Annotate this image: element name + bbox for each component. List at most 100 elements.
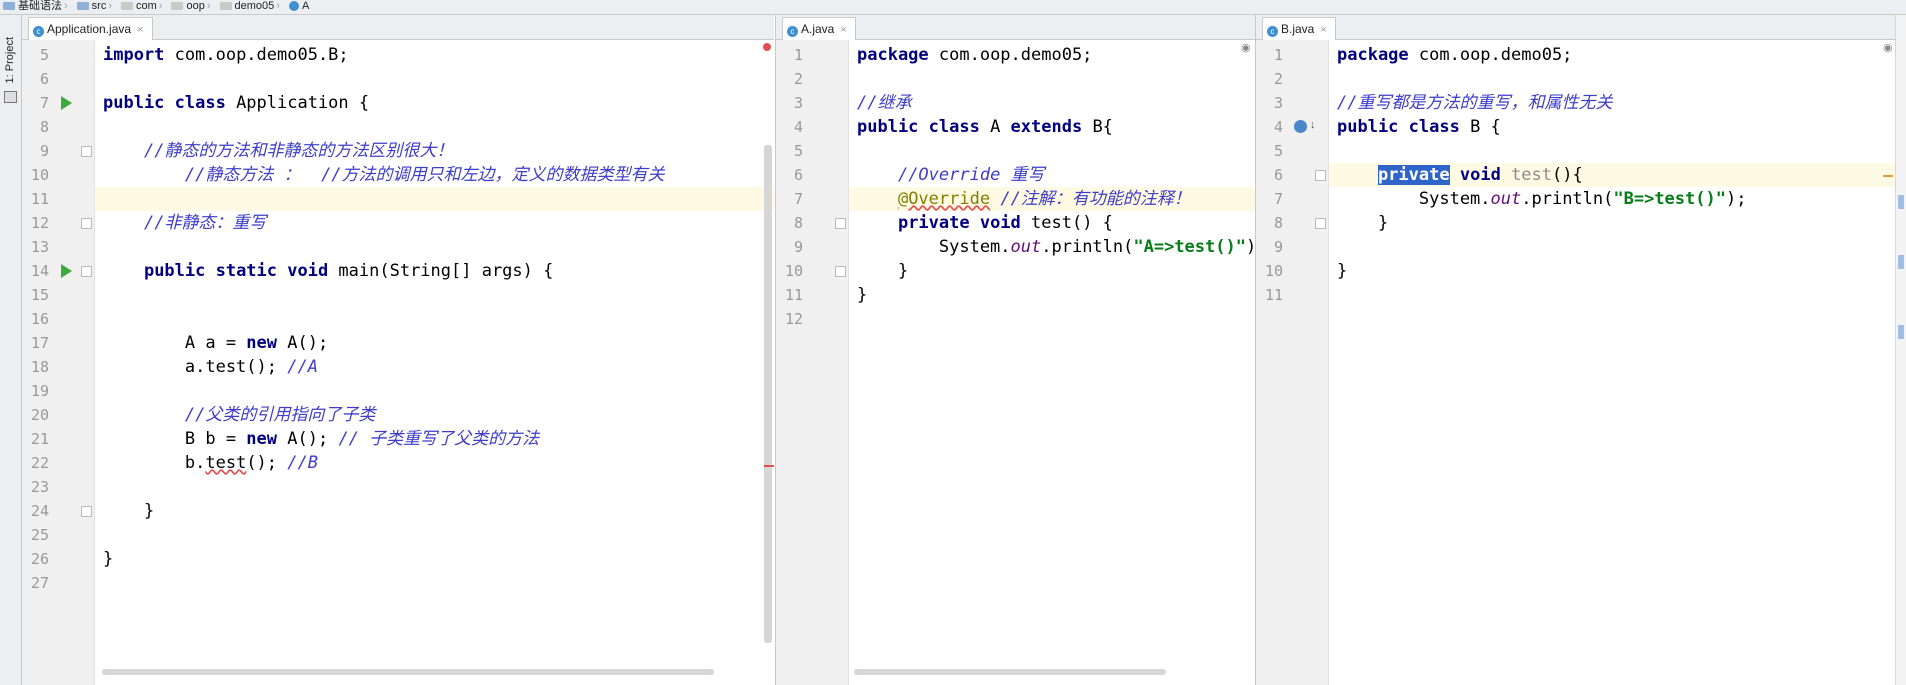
inspection-eye-icon[interactable]: ◉ — [1883, 41, 1893, 54]
code-line[interactable]: A a = new A(); — [103, 331, 774, 355]
tab-application-java[interactable]: c Application.java × — [28, 17, 153, 40]
line-number[interactable]: 24 — [22, 499, 49, 523]
line-number[interactable]: 8 — [22, 115, 49, 139]
line-number[interactable]: 3 — [1256, 91, 1283, 115]
line-number[interactable]: 7 — [776, 187, 803, 211]
code-line[interactable]: System.out.println("B=>test()"); — [1337, 187, 1897, 211]
line-number[interactable]: 8 — [1256, 211, 1283, 235]
fold-toggle-icon[interactable] — [835, 266, 846, 277]
code-editor[interactable]: package com.oop.demo05; //重写都是方法的重写，和属性无关… — [1329, 40, 1897, 685]
line-number[interactable]: 11 — [776, 283, 803, 307]
code-line[interactable] — [103, 307, 774, 331]
structure-icon[interactable] — [4, 91, 17, 103]
line-number[interactable]: 26 — [22, 547, 49, 571]
fold-toggle-icon[interactable] — [1315, 170, 1326, 181]
line-number[interactable]: 4 — [1256, 115, 1283, 139]
breadcrumb-item-oop[interactable]: oop › — [168, 1, 216, 14]
code-line[interactable] — [103, 187, 774, 211]
code-line[interactable]: private void test() { — [857, 211, 1255, 235]
code-line[interactable] — [857, 67, 1255, 91]
line-number[interactable]: 19 — [22, 379, 49, 403]
code-line[interactable]: private void test(){ — [1337, 163, 1897, 187]
code-line[interactable]: //重写都是方法的重写，和属性无关 — [1337, 91, 1897, 115]
code-line[interactable] — [103, 475, 774, 499]
tool-window-tab[interactable] — [1898, 195, 1904, 209]
fold-toggle-icon[interactable] — [835, 218, 846, 229]
code-line[interactable]: B b = new A(); // 子类重写了父类的方法 — [103, 427, 774, 451]
line-number[interactable]: 23 — [22, 475, 49, 499]
line-number[interactable]: 14 — [22, 259, 49, 283]
code-line[interactable]: public class Application { — [103, 91, 774, 115]
line-number[interactable]: 9 — [22, 139, 49, 163]
horizontal-scrollbar[interactable] — [854, 669, 1166, 675]
code-line[interactable] — [103, 283, 774, 307]
code-line[interactable]: import com.oop.demo05.B; — [103, 43, 774, 67]
tab-a-java[interactable]: c A.java × — [782, 17, 856, 40]
line-number[interactable]: 22 — [22, 451, 49, 475]
code-line[interactable]: System.out.println("A=>test()"); — [857, 235, 1255, 259]
code-line[interactable]: } — [103, 499, 774, 523]
line-number[interactable]: 4 — [776, 115, 803, 139]
line-number[interactable]: 12 — [776, 307, 803, 331]
code-line[interactable]: //静态方法 ： //方法的调用只和左边，定义的数据类型有关 — [103, 163, 774, 187]
horizontal-scrollbar[interactable] — [102, 669, 714, 675]
code-line[interactable]: } — [857, 283, 1255, 307]
line-number[interactable]: 5 — [1256, 139, 1283, 163]
code-line[interactable] — [857, 139, 1255, 163]
line-number[interactable]: 7 — [22, 91, 49, 115]
inspection-eye-icon[interactable]: ◉ — [1241, 41, 1251, 54]
code-line[interactable] — [103, 379, 774, 403]
fold-toggle-icon[interactable] — [81, 146, 92, 157]
line-number[interactable]: 10 — [22, 163, 49, 187]
error-indicator-icon[interactable] — [763, 43, 771, 51]
breadcrumb-item-class-a[interactable]: A — [286, 1, 315, 14]
code-line[interactable]: //非静态：重写 — [103, 211, 774, 235]
breadcrumb-item-src[interactable]: src › — [74, 1, 118, 14]
code-line[interactable]: b.test(); //B — [103, 451, 774, 475]
tab-b-java[interactable]: c B.java × — [1262, 17, 1336, 40]
line-number[interactable]: 17 — [22, 331, 49, 355]
code-line[interactable]: //父类的引用指向了子类 — [103, 403, 774, 427]
line-number[interactable]: 10 — [776, 259, 803, 283]
close-tab-icon[interactable]: × — [137, 24, 143, 36]
line-number[interactable]: 11 — [22, 187, 49, 211]
run-gutter-icon[interactable] — [61, 264, 72, 278]
code-line[interactable] — [103, 235, 774, 259]
close-tab-icon[interactable]: × — [840, 24, 846, 36]
line-number[interactable]: 16 — [22, 307, 49, 331]
line-number[interactable]: 18 — [22, 355, 49, 379]
code-line[interactable] — [1337, 235, 1897, 259]
code-line[interactable] — [1337, 283, 1897, 307]
code-line[interactable] — [103, 523, 774, 547]
line-number[interactable]: 12 — [22, 211, 49, 235]
code-line[interactable] — [103, 115, 774, 139]
code-editor[interactable]: import com.oop.demo05.B; public class App… — [95, 40, 774, 685]
error-stripe-mark[interactable] — [764, 465, 774, 467]
code-line[interactable] — [1337, 67, 1897, 91]
line-number[interactable]: 5 — [776, 139, 803, 163]
code-line[interactable]: } — [857, 259, 1255, 283]
line-number[interactable]: 2 — [1256, 67, 1283, 91]
tool-window-tab[interactable] — [1898, 325, 1904, 339]
line-number[interactable]: 13 — [22, 235, 49, 259]
line-number[interactable]: 15 — [22, 283, 49, 307]
line-number[interactable]: 1 — [1256, 43, 1283, 67]
line-number[interactable]: 7 — [1256, 187, 1283, 211]
line-number[interactable]: 2 — [776, 67, 803, 91]
code-line[interactable]: //静态的方法和非静态的方法区别很大！ — [103, 139, 774, 163]
code-line[interactable] — [103, 571, 774, 595]
code-line[interactable]: public class B { — [1337, 115, 1897, 139]
line-number[interactable]: 5 — [22, 43, 49, 67]
code-line[interactable] — [857, 307, 1255, 331]
code-line[interactable]: //Override 重写 — [857, 163, 1255, 187]
line-number[interactable]: 6 — [22, 67, 49, 91]
run-gutter-icon[interactable] — [61, 96, 72, 110]
line-number[interactable]: 6 — [776, 163, 803, 187]
line-number[interactable]: 3 — [776, 91, 803, 115]
vertical-scrollbar[interactable] — [764, 145, 772, 643]
fold-toggle-icon[interactable] — [81, 218, 92, 229]
line-number[interactable]: 11 — [1256, 283, 1283, 307]
overridden-method-icon[interactable] — [1294, 120, 1307, 133]
line-number[interactable]: 20 — [22, 403, 49, 427]
code-line[interactable]: package com.oop.demo05; — [1337, 43, 1897, 67]
